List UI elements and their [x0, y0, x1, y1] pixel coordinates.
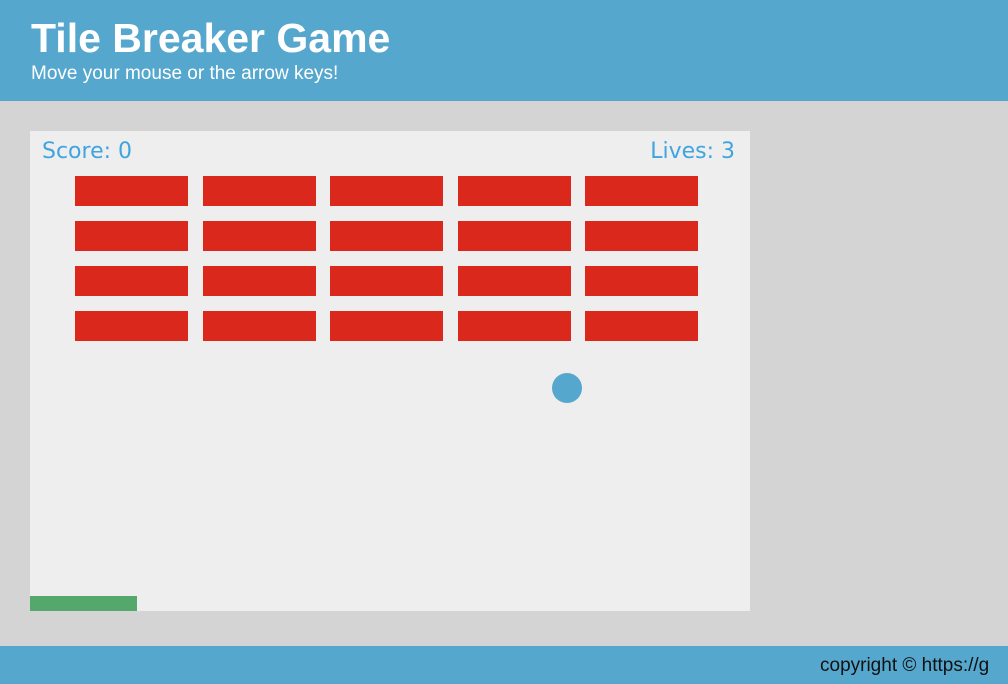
brick [75, 221, 188, 251]
lives-display: Lives: 3 [650, 139, 735, 165]
score-display: Score: 0 [42, 139, 132, 165]
brick [203, 311, 316, 341]
page-footer: copyright © https://g [0, 646, 1008, 684]
brick [330, 311, 443, 341]
brick [458, 176, 571, 206]
brick [203, 266, 316, 296]
page-subtitle: Move your mouse or the arrow keys! [31, 63, 339, 84]
ball [552, 373, 582, 403]
brick [585, 311, 698, 341]
brick [585, 176, 698, 206]
game-canvas[interactable]: Score: 0 Lives: 3 [30, 131, 750, 611]
brick [458, 221, 571, 251]
brick [458, 266, 571, 296]
brick [75, 266, 188, 296]
brick [75, 311, 188, 341]
paddle[interactable] [30, 596, 137, 611]
score-value: 0 [118, 139, 133, 164]
brick [585, 221, 698, 251]
brick [203, 176, 316, 206]
lives-label: Lives: [650, 139, 721, 164]
page-title: Tile Breaker Game [31, 15, 391, 61]
brick [330, 221, 443, 251]
score-label: Score: [42, 139, 119, 164]
brick [458, 311, 571, 341]
brick [203, 221, 316, 251]
brick [330, 176, 443, 206]
brick [75, 176, 188, 206]
page-header: Tile Breaker Game Move your mouse or the… [0, 0, 1008, 101]
brick [330, 266, 443, 296]
brick [585, 266, 698, 296]
copyright-text: copyright © https://g [820, 655, 990, 676]
lives-value: 3 [721, 139, 735, 164]
